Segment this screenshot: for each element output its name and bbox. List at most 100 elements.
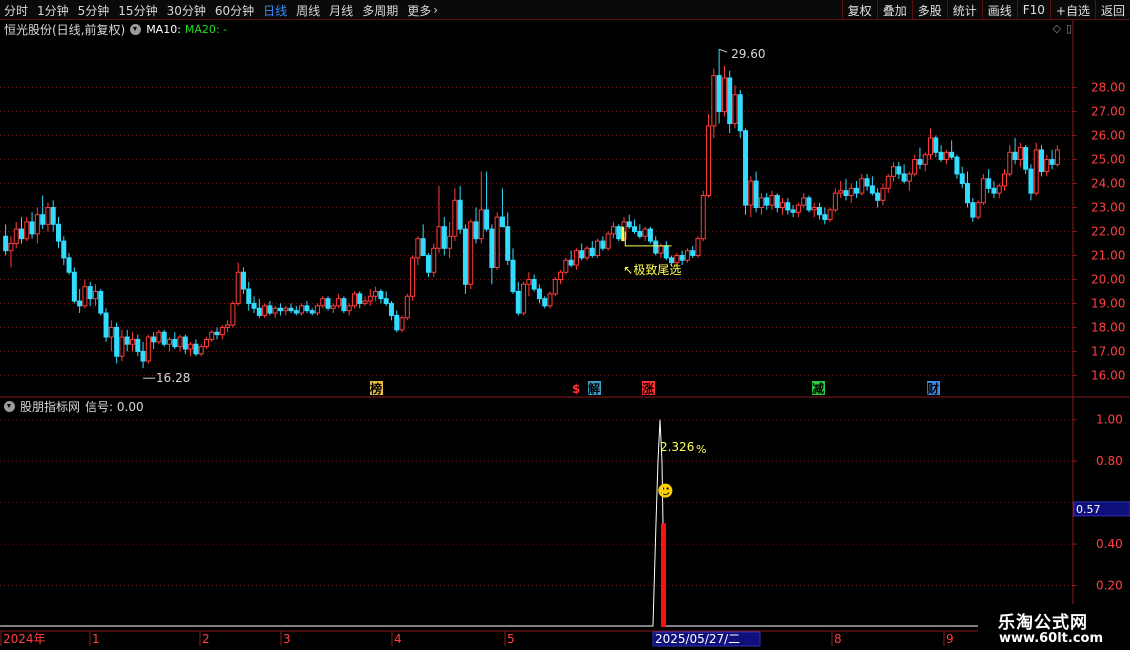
price-tick-label: 24.00 bbox=[1091, 177, 1125, 191]
candle-body bbox=[156, 331, 162, 343]
candle-body bbox=[203, 338, 209, 348]
candle-body bbox=[663, 245, 669, 259]
candle-body bbox=[859, 178, 865, 194]
candle-body bbox=[642, 228, 648, 237]
candle-body bbox=[373, 290, 379, 297]
candle-body bbox=[40, 214, 46, 225]
candle-body bbox=[542, 298, 548, 307]
candle-body bbox=[996, 185, 1002, 194]
candle-body bbox=[727, 77, 733, 125]
indicator-header: 股朋指标网 信号: 0.00 bbox=[4, 398, 144, 414]
candle-body bbox=[626, 221, 632, 228]
candle-body bbox=[436, 226, 442, 249]
candle-body bbox=[13, 228, 19, 244]
candle-body bbox=[637, 230, 643, 237]
candle-body bbox=[425, 254, 431, 273]
time-axis-label: 2024年 bbox=[3, 632, 46, 646]
candle-body bbox=[589, 247, 595, 256]
candle-body bbox=[309, 310, 315, 314]
candle-body bbox=[161, 331, 167, 345]
candle-body bbox=[336, 298, 342, 307]
candle-body bbox=[832, 192, 838, 211]
candle-body bbox=[721, 77, 727, 113]
indicator-line bbox=[0, 419, 978, 627]
candle-body bbox=[478, 209, 484, 240]
candle-body bbox=[774, 195, 780, 209]
candle-body bbox=[716, 75, 722, 113]
candle-body bbox=[965, 183, 971, 204]
candle-body bbox=[938, 151, 944, 161]
candle-body bbox=[246, 288, 252, 304]
candle-body bbox=[568, 259, 574, 266]
candle-body bbox=[579, 250, 585, 259]
candle-body bbox=[441, 226, 447, 249]
candle-body bbox=[87, 286, 93, 300]
candle-body bbox=[869, 185, 875, 194]
candle-body bbox=[1039, 149, 1045, 173]
watermark-url: www.60lt.com bbox=[999, 631, 1104, 646]
candle-body bbox=[399, 317, 405, 331]
candle-body bbox=[140, 350, 146, 362]
price-tick-label: 22.00 bbox=[1091, 224, 1125, 238]
diamond-icon[interactable]: ◇ bbox=[1052, 22, 1060, 35]
candle-body bbox=[674, 254, 680, 264]
candle-body bbox=[647, 228, 653, 242]
indicator-dropdown-icon[interactable] bbox=[4, 400, 15, 412]
candle-body bbox=[50, 207, 56, 225]
candle-body bbox=[875, 192, 881, 201]
candle-body bbox=[563, 259, 569, 273]
candle-body bbox=[848, 187, 854, 197]
candle-body bbox=[769, 195, 775, 206]
main-chart-header: 恒光股份(日线,前复权) MA10: MA20: - bbox=[4, 21, 227, 37]
candle-body bbox=[711, 75, 717, 127]
candle-body bbox=[129, 338, 135, 345]
price-tick-label: 25.00 bbox=[1091, 153, 1125, 167]
candle-body bbox=[980, 178, 986, 204]
candle-body bbox=[748, 180, 754, 206]
candle-body bbox=[325, 298, 331, 309]
candle-body bbox=[1033, 149, 1039, 194]
price-tick-label: 28.00 bbox=[1091, 81, 1125, 95]
candle-body bbox=[854, 187, 860, 194]
candle-body bbox=[468, 221, 474, 285]
candle-body bbox=[304, 305, 310, 312]
candle-body bbox=[943, 151, 949, 161]
current-value-label: 0.57 bbox=[1076, 503, 1101, 516]
candle-body bbox=[420, 238, 426, 256]
candle-body bbox=[24, 221, 30, 240]
candle-body bbox=[272, 307, 278, 314]
candle-body bbox=[510, 259, 516, 292]
candle-body bbox=[811, 207, 817, 211]
panel-toggle-icon[interactable]: ▯ bbox=[1066, 22, 1072, 35]
candle-body bbox=[299, 305, 305, 314]
watermark-brand: 乐淘公式网 bbox=[998, 613, 1088, 633]
candle-body bbox=[653, 240, 659, 254]
candle-body bbox=[838, 190, 844, 194]
candle-body bbox=[262, 305, 268, 316]
candle-body bbox=[885, 175, 891, 189]
chart-canvas[interactable]: 28.0027.0026.0025.0024.0023.0022.0021.00… bbox=[0, 0, 1130, 650]
candle-body bbox=[1044, 159, 1050, 173]
candle-body bbox=[801, 197, 807, 206]
candle-body bbox=[658, 245, 664, 254]
candle-body bbox=[151, 336, 157, 343]
candle-body bbox=[753, 180, 759, 209]
indicator-name[interactable]: 股朋指标网 bbox=[20, 398, 80, 415]
candle-body bbox=[457, 199, 463, 230]
candle-body bbox=[901, 173, 907, 182]
dropdown-circle-icon[interactable] bbox=[130, 23, 142, 35]
candle-body bbox=[172, 338, 178, 348]
candle-body bbox=[225, 324, 231, 328]
candle-body bbox=[928, 137, 934, 156]
candle-body bbox=[700, 195, 706, 240]
candle-body bbox=[536, 288, 542, 300]
candle-body bbox=[283, 307, 289, 312]
candle-body bbox=[378, 290, 384, 300]
candle-body bbox=[790, 209, 796, 213]
price-tick-label: 21.00 bbox=[1091, 248, 1125, 262]
candle-body bbox=[684, 250, 690, 261]
candle-body bbox=[526, 278, 532, 285]
candle-body bbox=[388, 302, 394, 316]
event-marker-5: 财 bbox=[926, 381, 939, 396]
stock-title[interactable]: 恒光股份(日线,前复权) bbox=[4, 21, 125, 38]
